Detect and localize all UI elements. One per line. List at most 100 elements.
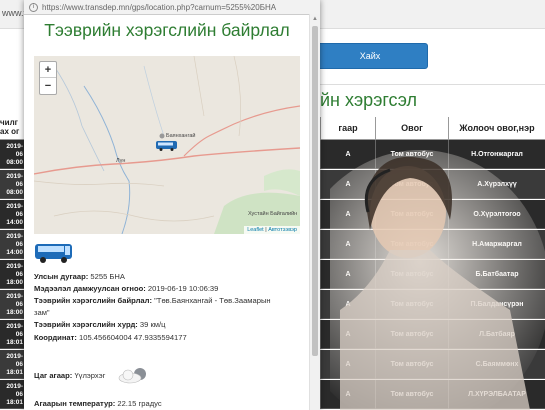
field-label: Цаг агаар: [34, 371, 73, 380]
row-time: 14:00 [6, 219, 23, 226]
row-driver: С.Баяммөнх [448, 350, 545, 379]
row-driver: О.Хүрэлтогоо [448, 200, 545, 229]
field-label: Мэдээлэл дамжуулсан огноо: [34, 284, 146, 293]
row-date: 2019-06 [6, 173, 23, 188]
row-driver: Н.Отгонжаргал [448, 140, 545, 169]
location-popup-window: i https://www.transdep.mn/gps/location.p… [24, 0, 320, 410]
row-plate: А [320, 260, 375, 289]
field-value: 39 км/ц [137, 320, 166, 329]
row-datetime: 2019-06 14:00 [0, 230, 24, 256]
info-icon[interactable]: i [29, 2, 38, 12]
vehicle-section-heading: йн хэрэгсэл [320, 90, 418, 110]
row-datetime: 2019-06 18:00 [0, 290, 24, 316]
row-plate: А [320, 380, 375, 409]
row-vehicle-type: Том автобус [375, 140, 448, 169]
row-time: 18:01 [6, 339, 23, 346]
field-label: Координат: [34, 333, 77, 342]
coordinate-line: Координат: 105.456604004 47.9335594177 [34, 333, 187, 342]
column-header-plate: гаар [320, 117, 375, 139]
row-plate: А [320, 170, 375, 199]
field-value: 22.15 градус [115, 399, 162, 408]
row-vehicle-type: Том автобус [375, 350, 448, 379]
row-driver: А.Хүрэлхүү [448, 170, 545, 199]
map-place-label: Баянхангай [166, 133, 196, 139]
field-label: Тээврийн хэрэгслийн хурд: [34, 320, 138, 329]
row-time: 18:01 [6, 369, 23, 376]
row-datetime: 2019-06 14:00 [0, 200, 24, 226]
row-vehicle-type: Том автобус [375, 320, 448, 349]
row-time: 18:00 [6, 309, 23, 316]
bus-icon [35, 244, 72, 263]
field-label: Тээврийн хэрэгслийн байрлал: [34, 296, 152, 305]
row-plate: А [320, 320, 375, 349]
left-header-line: чилг [0, 118, 18, 127]
row-date: 2019-06 [6, 143, 23, 158]
map-place-label: Хустайн Байгалийн [248, 211, 298, 217]
row-time: 14:00 [6, 249, 23, 256]
row-datetime: 2019-06 18:00 [0, 260, 24, 286]
row-vehicle-type: Том автобус [375, 290, 448, 319]
row-plate: А [320, 200, 375, 229]
row-date: 2019-06 [6, 203, 23, 218]
field-value: 105.456604004 47.9335594177 [76, 333, 187, 342]
row-date: 2019-06 [6, 383, 23, 398]
popup-address-bar: i https://www.transdep.mn/gps/location.p… [24, 0, 320, 15]
row-vehicle-type: Том автобус [375, 170, 448, 199]
row-datetime: 2019-06 18:01 [0, 380, 24, 406]
row-driver: Л.Батбаяр [448, 320, 545, 349]
row-datetime: 2019-06 18:01 [0, 350, 24, 376]
location-map[interactable]: Баянхангай Лүн Хустайн Байгалийн + − Lea… [34, 56, 300, 234]
location-line: Тээврийн хэрэгслийн байрлал: "Төв.Баянха… [34, 296, 271, 305]
leaflet-link[interactable]: Leaflet [247, 227, 264, 233]
provider-link[interactable]: Автотээвэр [268, 227, 297, 233]
row-time: 08:00 [6, 159, 23, 166]
column-header-driver: Жолооч овог,нэр [448, 117, 545, 139]
field-label: Улсын дугаар: [34, 272, 89, 281]
row-date: 2019-06 [6, 263, 23, 278]
map-attribution: Leaflet | Автотээвэр [244, 226, 300, 234]
row-driver: Н.Амаржаргал [448, 230, 545, 259]
row-vehicle-type: Том автобус [375, 200, 448, 229]
timestamp-line: Мэдээлэл дамжуулсан огноо: 2019-06-19 10… [34, 284, 218, 293]
row-plate: А [320, 230, 375, 259]
row-vehicle-type: Том автобус [375, 260, 448, 289]
row-time: 18:01 [6, 399, 23, 406]
zoom-in-button[interactable]: + [40, 62, 56, 78]
weather-line: Цаг агаар: Үүлэрхэг [34, 371, 105, 380]
row-date: 2019-06 [6, 233, 23, 248]
temperature-line: Агаарын температур: 22.15 градус [34, 399, 162, 408]
speed-line: Тээврийн хэрэгслийн хурд: 39 км/ц [34, 320, 165, 329]
field-label: Агаарын температур: [34, 399, 116, 408]
left-header: чилг ах ог [0, 117, 24, 140]
row-time: 18:00 [6, 279, 23, 286]
row-datetime: 2019-06 18:01 [0, 320, 24, 346]
field-value: 5255 БНА [88, 272, 125, 281]
row-plate: А [320, 290, 375, 319]
bus-marker-icon[interactable] [156, 140, 178, 151]
scrollbar-thumb[interactable] [312, 26, 318, 356]
popup-scrollbar[interactable]: ▲ [309, 14, 320, 410]
row-date: 2019-06 [6, 293, 23, 308]
row-vehicle-type: Том автобус [375, 230, 448, 259]
popup-title: Тээврийн хэрэгслийн байрлал [44, 20, 290, 40]
search-button[interactable]: Хайх [312, 43, 428, 69]
row-datetime: 2019-06 08:00 [0, 170, 24, 196]
field-value: 2019-06-19 10:06:39 [145, 284, 219, 293]
row-vehicle-type: Том автобус [375, 380, 448, 409]
field-value: зам" [34, 308, 50, 317]
popup-url[interactable]: https://www.transdep.mn/gps/location.php… [42, 3, 276, 12]
scroll-up-icon[interactable]: ▲ [310, 14, 320, 24]
cloud-icon [118, 368, 146, 384]
plate-number-line: Улсын дугаар: 5255 БНА [34, 272, 125, 281]
row-date: 2019-06 [6, 353, 23, 368]
map-place-label: Лүн [116, 158, 126, 164]
row-plate: А [320, 350, 375, 379]
row-driver: П.Балдансүрэн [448, 290, 545, 319]
row-plate: А [320, 140, 375, 169]
field-value: "Төв.Баянхангай - Төв.Заамарын [152, 296, 271, 305]
zoom-out-button[interactable]: − [40, 78, 56, 94]
divider [320, 84, 545, 85]
left-header-line: ах ог [0, 127, 20, 136]
row-datetime: 2019-06 08:00 [0, 140, 24, 166]
location-line-continued: зам" [34, 308, 50, 317]
